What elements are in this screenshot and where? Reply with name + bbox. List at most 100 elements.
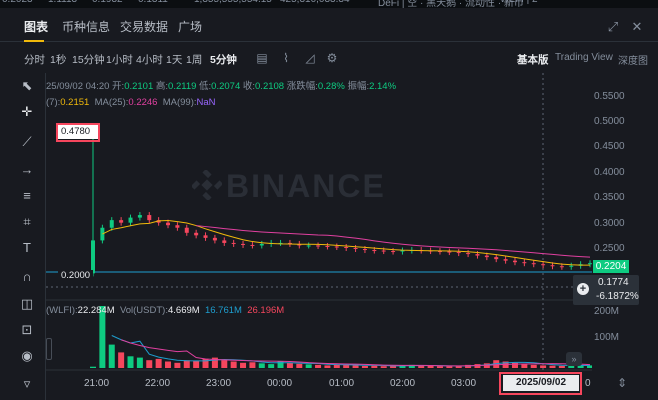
ohlc-amplitude: 2.14% xyxy=(369,81,397,92)
active-tab-indicator xyxy=(24,40,44,42)
candle xyxy=(475,254,480,256)
volume-bar xyxy=(361,365,368,368)
candle xyxy=(222,240,227,243)
interval-4h[interactable]: 4小时 xyxy=(136,52,163,67)
volume-bar xyxy=(315,364,322,368)
close-icon[interactable]: ✕ xyxy=(630,20,644,34)
candle xyxy=(362,249,367,251)
arrow-icon[interactable]: → xyxy=(18,161,36,179)
volume-ma2: 26.196M xyxy=(247,305,285,316)
candle xyxy=(334,246,339,248)
settings-icon[interactable]: ⚙ xyxy=(325,51,339,65)
volume-bar xyxy=(296,363,303,368)
volume-bar xyxy=(427,365,434,368)
candle xyxy=(541,264,546,266)
interval-1h[interactable]: 1小时 xyxy=(106,52,133,67)
low-marker: 0.2000 xyxy=(58,270,94,281)
volume-quote: 4.669M xyxy=(167,305,200,316)
candle xyxy=(100,227,105,241)
add-order-icon[interactable]: + xyxy=(577,283,589,295)
view-depth[interactable]: 深度图 xyxy=(618,52,648,67)
volume-bar xyxy=(511,362,518,368)
candle xyxy=(231,242,236,244)
scroll-to-latest-button[interactable]: » xyxy=(566,352,582,366)
tab-square[interactable]: 广场 xyxy=(178,18,202,35)
fib-icon[interactable]: ≡ xyxy=(18,187,36,205)
binance-logo-icon xyxy=(192,170,222,200)
expand-icon[interactable]: ⤢ xyxy=(606,20,620,34)
ruler-icon[interactable]: ◫ xyxy=(18,295,36,313)
drawing-toolbar: ⬉ ✛ ⟋ → ≡ ⌗ T ∩ ◫ ⊡ ◉ ▿ xyxy=(0,73,46,400)
x-tick: 00:00 xyxy=(267,378,293,389)
magnet-icon[interactable]: ∩ xyxy=(18,268,36,286)
volume-bar xyxy=(530,364,537,368)
candle xyxy=(353,248,358,250)
volume-bar xyxy=(540,365,547,368)
volume-bar xyxy=(380,366,387,368)
volume-bar xyxy=(165,361,172,368)
vol-tick: 100M xyxy=(594,332,620,343)
volume-ma1: 16.761M xyxy=(204,305,242,316)
chart-tabs: 图表 币种信息 交易数据 广场 ⤢ ✕ xyxy=(0,8,658,42)
cursor-percent: -6.1872% xyxy=(596,291,639,302)
y-tick: 0.5500 xyxy=(594,91,625,102)
ma7-value: 0.2151 xyxy=(60,97,90,108)
y-tick: 0.5000 xyxy=(594,116,625,127)
cursor-icon[interactable]: ⬉ xyxy=(18,77,36,95)
volume-bar xyxy=(549,365,556,368)
ohlc-close: 0.2108 xyxy=(255,81,285,92)
candle xyxy=(344,246,349,248)
crosshair-icon[interactable]: ✛ xyxy=(18,103,36,121)
watermark: BINANCE xyxy=(226,168,386,204)
pattern-icon[interactable]: ⌗ xyxy=(18,213,36,231)
price-chart[interactable] xyxy=(46,73,592,400)
chart-style-icon[interactable]: ◿ xyxy=(303,51,317,65)
candle xyxy=(137,215,142,218)
volume-bar xyxy=(240,362,247,368)
volume-bar xyxy=(286,362,293,368)
indicator-icon[interactable]: ⌇ xyxy=(279,51,293,65)
y-tick: 0.4500 xyxy=(594,141,625,152)
y-tick: 0.4000 xyxy=(594,167,625,178)
collapse-pane-icon[interactable]: ⇕ xyxy=(614,375,630,391)
trash-icon[interactable]: ▿ xyxy=(18,375,36,393)
lock-icon[interactable]: ⊡ xyxy=(18,321,36,339)
interval-1d[interactable]: 1天 xyxy=(166,52,182,67)
candle xyxy=(522,262,527,264)
text-icon[interactable]: T xyxy=(18,239,36,257)
x-tick: 02:00 xyxy=(390,378,416,389)
trend-line-icon[interactable]: ⟋ xyxy=(18,133,36,151)
tab-trading-data[interactable]: 交易数据 xyxy=(120,18,168,35)
interval-timeline[interactable]: 分时 xyxy=(24,52,45,67)
volume-bar xyxy=(436,366,443,368)
eye-icon[interactable]: ◉ xyxy=(18,347,36,365)
volume-bar xyxy=(193,360,200,368)
volume-bar xyxy=(127,356,134,368)
x-tick: 23:00 xyxy=(206,378,232,389)
pane-resize-handle[interactable] xyxy=(46,338,52,360)
candle xyxy=(175,225,180,228)
volume-bar xyxy=(446,366,453,368)
interval-1s[interactable]: 1秒 xyxy=(50,52,66,67)
interval-15m[interactable]: 15分钟 xyxy=(72,52,105,67)
candle-type-icon[interactable]: ▤ xyxy=(255,51,269,65)
interval-5m[interactable]: 5分钟 xyxy=(210,52,237,67)
tab-chart[interactable]: 图表 xyxy=(24,18,48,35)
interval-1w[interactable]: 1周 xyxy=(186,52,202,67)
candle xyxy=(381,250,386,252)
view-basic[interactable]: 基本版 xyxy=(517,52,549,67)
tab-coin-info[interactable]: 币种信息 xyxy=(62,18,110,35)
candle xyxy=(569,265,574,267)
volume-bar xyxy=(268,364,275,368)
volume-bar xyxy=(183,360,190,368)
ticker-value: 1,355,555,554.15 xyxy=(194,0,272,5)
ticker-strip: 0.2023 1.1113 0.1932 0.1311 1,355,555,554.15… xyxy=(0,0,658,8)
volume-bar xyxy=(90,366,96,368)
candle xyxy=(128,217,133,223)
candle xyxy=(588,263,592,265)
view-tradingview[interactable]: Trading View xyxy=(555,52,613,63)
ma99-value: NaN xyxy=(196,97,216,108)
ohlc-open: 0.2101 xyxy=(124,81,154,92)
y-tick: 0.3500 xyxy=(594,192,625,203)
candle xyxy=(147,215,152,221)
